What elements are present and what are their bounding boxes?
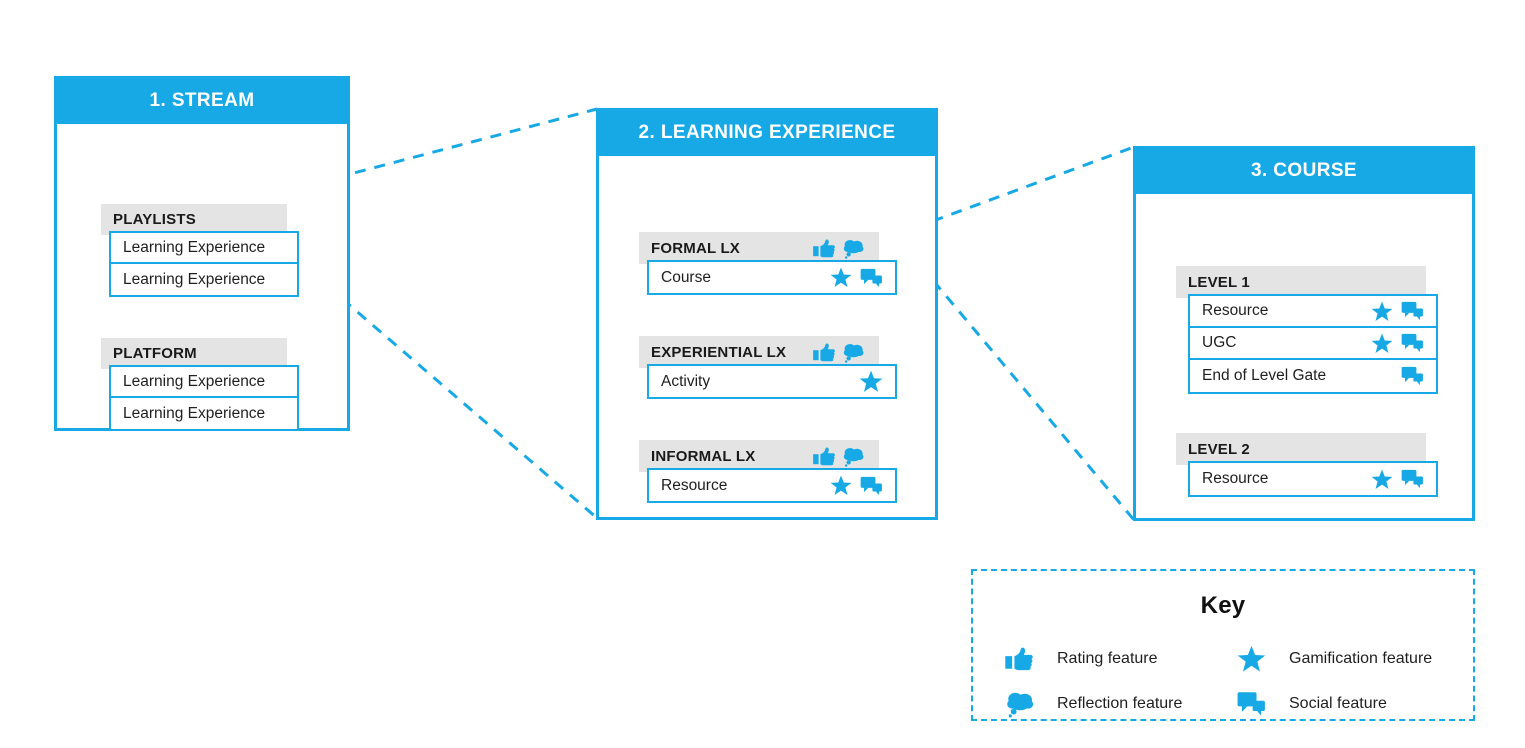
gamification-star-icon [1237, 645, 1289, 673]
list-item-label: Resource [661, 476, 728, 494]
list-item-label: End of Level Gate [1202, 367, 1327, 384]
group-informal-lx-label-text: INFORMAL LX [651, 447, 756, 465]
list-item[interactable]: Learning Experience [111, 367, 297, 398]
list-item[interactable]: Resource [1190, 296, 1436, 328]
list-item-label: Learning Experience [123, 404, 266, 422]
social-chat-icon [860, 476, 883, 496]
gamification-star-icon [1371, 469, 1393, 490]
list-item[interactable]: Resource [649, 470, 895, 501]
key-entry-gamification-feature: Gamification feature [1237, 636, 1469, 681]
rating-thumbs-up-icon [813, 447, 835, 466]
group-platform-items: Learning Experience Learning Experience [109, 365, 299, 431]
group-playlists-items: Learning Experience Learning Experience [109, 231, 299, 297]
list-item-icons [830, 475, 885, 496]
gamification-star-icon [1371, 333, 1393, 354]
group-informal-lx-icons [813, 446, 867, 467]
list-item-label: Resource [1202, 302, 1269, 319]
list-item-icons [859, 370, 885, 393]
group-informal-lx-items: Resource [647, 468, 897, 503]
list-item[interactable]: Course [649, 262, 895, 293]
rating-thumbs-up-icon [1005, 647, 1057, 671]
group-level-2-items: Resource [1188, 461, 1438, 497]
group-platform-label-text: PLATFORM [113, 345, 197, 362]
list-item-label: Learning Experience [123, 372, 266, 390]
key-entries: Rating feature Gamification feature Refl… [973, 636, 1473, 726]
rating-thumbs-up-icon [813, 239, 835, 258]
list-item[interactable]: UGC [1190, 328, 1436, 360]
social-chat-icon [1401, 469, 1424, 489]
social-chat-icon [1401, 333, 1424, 353]
list-item[interactable]: Activity [649, 366, 895, 397]
group-level-1-label-text: LEVEL 1 [1188, 273, 1250, 291]
gamification-star-icon [1371, 301, 1393, 322]
key-entry-label: Rating feature [1057, 649, 1158, 667]
list-item[interactable]: End of Level Gate [1190, 360, 1436, 392]
panel-learning-experience: 2. LEARNING EXPERIENCE FORMAL LX Course … [596, 108, 938, 520]
social-chat-icon [1401, 366, 1424, 386]
reflection-cloud-icon [842, 238, 865, 259]
key-entry-label: Gamification feature [1289, 649, 1433, 667]
gamification-star-icon [830, 475, 852, 496]
reflection-cloud-icon [1005, 690, 1057, 718]
diagram-canvas: 1. STREAM PLAYLISTS Learning Experience … [0, 0, 1525, 748]
list-item[interactable]: Learning Experience [111, 233, 297, 264]
key-entry-label: Social feature [1289, 694, 1387, 712]
list-item-icons [1371, 469, 1426, 490]
list-item-label: Resource [1202, 470, 1269, 487]
list-item-icons [830, 267, 885, 288]
key-entry-social-feature: Social feature [1237, 681, 1469, 726]
group-formal-lx-label-text: FORMAL LX [651, 239, 741, 257]
reflection-cloud-icon [842, 446, 865, 467]
panel-course: 3. COURSE LEVEL 1 Resource UGC End of Le… [1133, 146, 1475, 521]
key-legend: Key Rating feature Gamification feature … [971, 569, 1475, 721]
rating-thumbs-up-icon [813, 343, 835, 362]
group-experiential-lx-items: Activity [647, 364, 897, 399]
list-item-label: Learning Experience [123, 270, 266, 288]
key-entry-rating-feature: Rating feature [1005, 636, 1237, 681]
list-item-label: Learning Experience [123, 238, 266, 256]
social-chat-icon [1401, 301, 1424, 321]
panel-stream-title: 1. STREAM [54, 76, 350, 124]
group-experiential-lx-icons [813, 342, 867, 363]
list-item-label: Activity [661, 372, 711, 390]
list-item[interactable]: Learning Experience [111, 398, 297, 429]
list-item[interactable]: Resource [1190, 463, 1436, 495]
group-formal-lx-icons [813, 238, 867, 259]
list-item-icons [1401, 366, 1426, 386]
group-experiential-lx-label-text: EXPERIENTIAL LX [651, 343, 787, 361]
social-chat-icon [860, 268, 883, 288]
list-item-icons [1371, 333, 1426, 354]
panel-learning-experience-title: 2. LEARNING EXPERIENCE [596, 108, 938, 156]
list-item-icons [1371, 301, 1426, 322]
group-level-2-label-text: LEVEL 2 [1188, 440, 1250, 458]
group-level-1-items: Resource UGC End of Level Gate [1188, 294, 1438, 394]
reflection-cloud-icon [842, 342, 865, 363]
list-item[interactable]: Learning Experience [111, 264, 297, 295]
list-item-label: Course [661, 268, 711, 286]
gamification-star-icon [830, 267, 852, 288]
list-item-label: UGC [1202, 334, 1237, 351]
panel-course-title: 3. COURSE [1133, 146, 1475, 194]
key-entry-reflection-feature: Reflection feature [1005, 681, 1237, 726]
group-formal-lx-items: Course [647, 260, 897, 295]
group-playlists-label-text: PLAYLISTS [113, 211, 196, 228]
social-chat-icon [1237, 691, 1289, 717]
panel-stream: 1. STREAM PLAYLISTS Learning Experience … [54, 76, 350, 431]
key-entry-label: Reflection feature [1057, 694, 1183, 712]
gamification-star-icon [859, 370, 883, 393]
key-title: Key [1200, 592, 1246, 619]
